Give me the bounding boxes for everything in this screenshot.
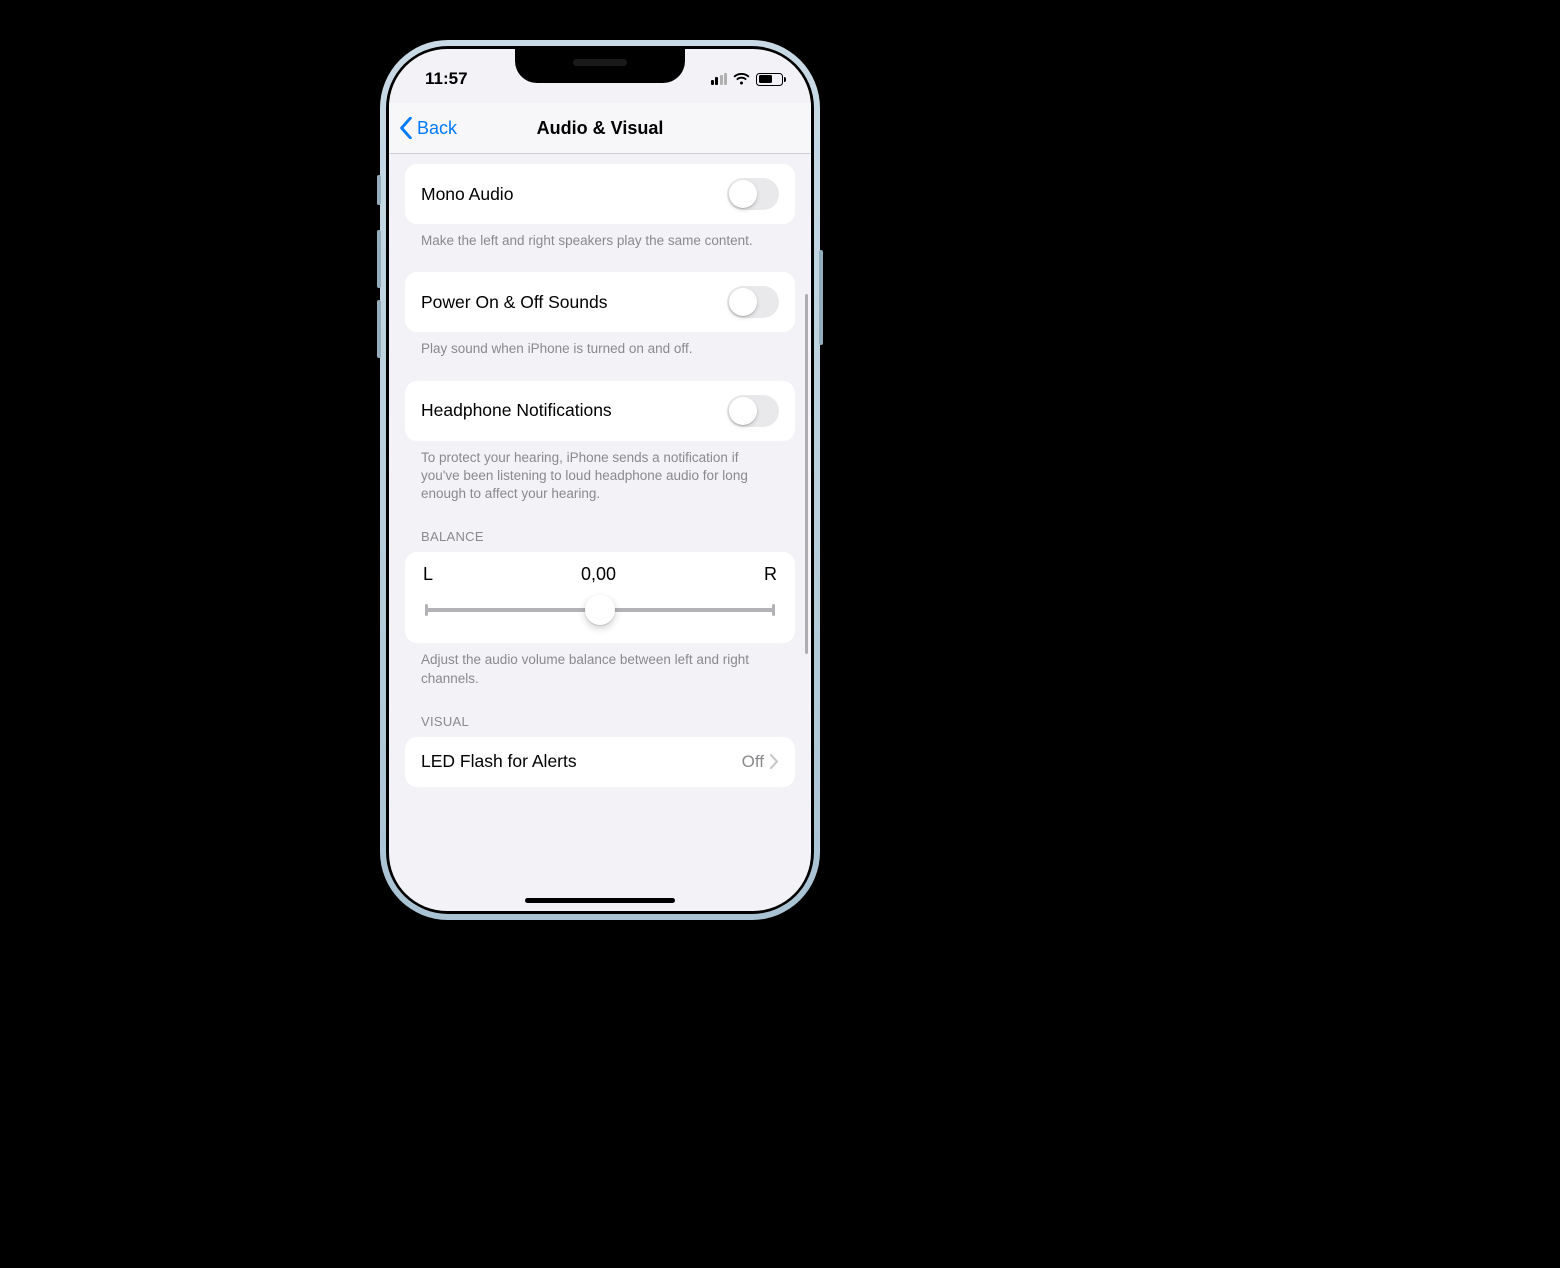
home-indicator[interactable] (525, 898, 675, 903)
side-button[interactable] (819, 250, 823, 345)
notch (515, 49, 685, 83)
balance-header: BALANCE (405, 503, 795, 552)
balance-footer: Adjust the audio volume balance between … (405, 643, 795, 687)
balance-cell: L 0,00 R (405, 552, 795, 643)
chevron-right-icon (770, 754, 779, 769)
visual-header: VISUAL (405, 688, 795, 737)
nav-bar: Back Audio & Visual (389, 103, 811, 154)
page-title: Audio & Visual (537, 118, 664, 139)
back-button[interactable]: Back (399, 103, 457, 153)
power-sounds-row: Power On & Off Sounds (405, 272, 795, 332)
balance-thumb[interactable] (585, 595, 615, 625)
led-flash-label: LED Flash for Alerts (421, 751, 577, 772)
power-sounds-label: Power On & Off Sounds (421, 292, 607, 313)
power-sounds-toggle[interactable] (727, 286, 779, 318)
balance-left-label: L (423, 564, 433, 585)
power-sounds-footer: Play sound when iPhone is turned on and … (405, 332, 795, 358)
mono-audio-toggle[interactable] (727, 178, 779, 210)
mono-audio-row: Mono Audio (405, 164, 795, 224)
headphone-notifications-row: Headphone Notifications (405, 381, 795, 441)
mono-audio-footer: Make the left and right speakers play th… (405, 224, 795, 250)
balance-right-label: R (764, 564, 777, 585)
scroll-indicator (805, 294, 808, 654)
headphone-notifications-footer: To protect your hearing, iPhone sends a … (405, 441, 795, 504)
wifi-icon (733, 73, 750, 85)
led-flash-row[interactable]: LED Flash for Alerts Off (405, 737, 795, 787)
settings-scrollview[interactable]: minimise distractions and help you to fo… (389, 154, 811, 911)
volume-down-button[interactable] (377, 300, 381, 358)
headphone-notifications-label: Headphone Notifications (421, 400, 612, 421)
chevron-left-icon (399, 117, 413, 139)
status-time: 11:57 (425, 69, 468, 89)
balance-value: 0,00 (581, 564, 616, 585)
cellular-icon (711, 73, 728, 85)
battery-icon (756, 73, 783, 86)
back-label: Back (417, 118, 457, 139)
led-flash-value: Off (742, 752, 764, 772)
balance-slider[interactable] (421, 595, 779, 625)
headphone-notifications-toggle[interactable] (727, 395, 779, 427)
volume-up-button[interactable] (377, 230, 381, 288)
device-frame: 11:57 (380, 40, 820, 920)
ring-silent-switch[interactable] (377, 175, 381, 205)
mono-audio-label: Mono Audio (421, 184, 513, 205)
